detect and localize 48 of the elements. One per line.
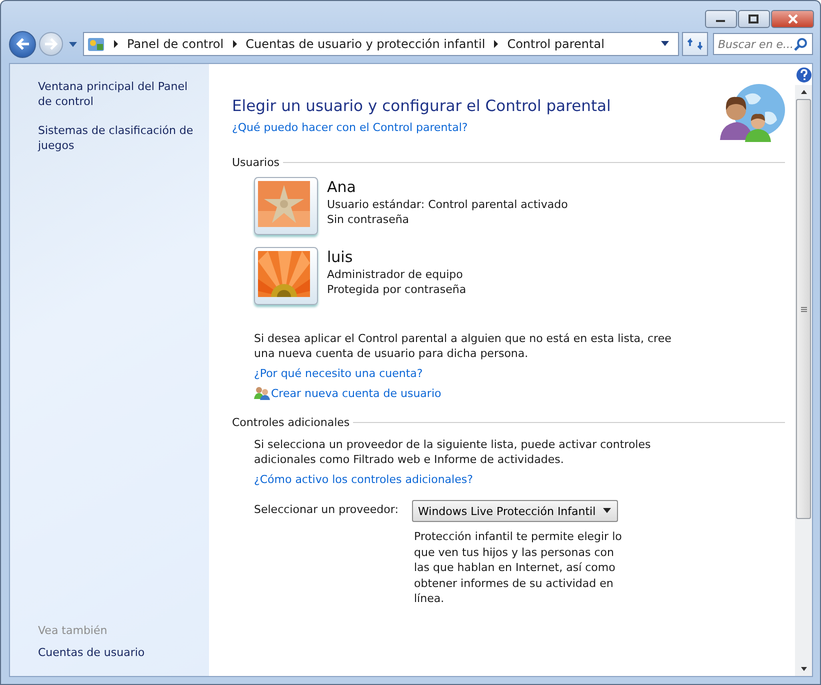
back-arrow-icon [14,37,30,51]
sidebar-link[interactable]: Ventana principal del Panel de control [38,79,203,109]
page-title: Elegir un usuario y configurar el Control parental [232,97,611,115]
help-link[interactable]: ¿Qué puedo hacer con el Control parental? [232,121,468,134]
close-button[interactable] [771,10,814,28]
provider-description: Protección infantil te permite elegir lo que ven tus hijos y las personas con las que hablan en Internet, así como obtener informes de su actividad en línea. [414,529,623,606]
provider-label: Seleccionar un proveedor: [254,502,400,518]
why-account-link[interactable]: ¿Por qué necesito una cuenta? [254,367,785,380]
user-name[interactable]: luis [327,247,466,267]
maximize-button[interactable] [738,10,770,28]
sidebar-link[interactable]: Cuentas de usuario [38,645,203,660]
info-text: Si desea aplicar el Control parental a alguien que no está en esta lista, cree una nueva cuenta de usuario para dicha persona. [254,331,672,361]
password-status: Protegida por contraseña [327,282,466,297]
dropdown-caret-icon[interactable] [660,41,670,47]
additional-controls-link[interactable]: ¿Cómo activo los controles adicionales? [254,473,785,486]
forward-arrow-icon [43,37,59,51]
user-name[interactable]: Ana [327,177,568,197]
refresh-button[interactable] [682,32,708,56]
scrollbar[interactable] [795,85,812,676]
close-icon [786,14,798,24]
section-heading: Usuarios [232,156,280,169]
provider-dropdown[interactable]: Windows Live Protección Infantil [412,500,618,522]
help-icon[interactable] [796,67,812,83]
maximize-icon [748,14,760,24]
chevron-icon [232,40,238,48]
search-field[interactable]: Buscar en e... [713,33,813,55]
minimize-button[interactable] [705,10,737,28]
password-status: Sin contraseña [327,212,410,227]
section-heading: Controles adicionales [232,416,350,429]
refresh-icon [687,37,703,51]
info-text: Si selecciona un proveedor de la siguiente lista, puede activar controles adicionales como Filtrado web e Informe de actividades. [254,437,652,467]
users-icon [254,386,270,400]
caret-icon [602,508,612,514]
breadcrumb-item[interactable]: Control parental [507,37,604,51]
create-account-link[interactable]: Crear nueva cuenta de usuario [271,386,442,400]
back-button[interactable] [9,30,36,58]
account-type: Administrador de equipo [327,267,464,282]
breadcrumb-item[interactable]: Cuentas de usuario y protección infantil [246,37,486,51]
address-bar[interactable]: Panel de control Cuentas de usuario y protección infantil Control parental [83,32,679,56]
see-also-heading: Vea también [38,624,108,637]
chevron-icon [493,40,500,48]
history-dropdown-icon[interactable] [68,40,78,48]
user-picture-frame[interactable] [254,247,318,305]
chevron-icon [113,40,119,48]
breadcrumb-item[interactable]: Panel de control [127,37,224,51]
search-icon[interactable] [794,37,808,51]
account-type: Usuario estándar: Control parental activado [327,197,568,212]
sidebar-link[interactable]: Sistemas de clasificación de juegos [38,123,203,153]
